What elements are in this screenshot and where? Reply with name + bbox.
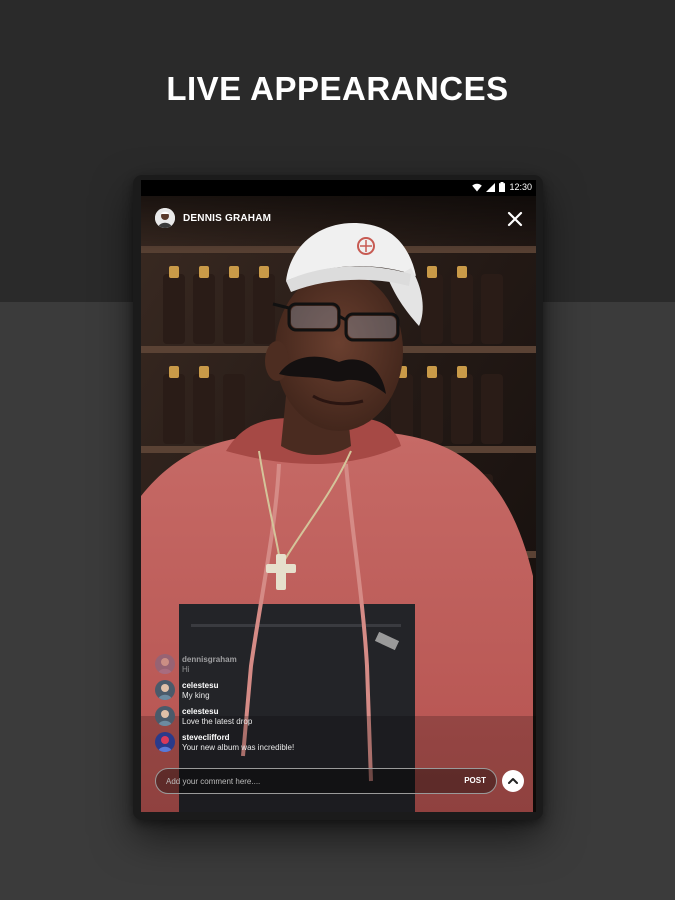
chat-username: steveclifford xyxy=(182,733,230,742)
chevron-up-icon xyxy=(508,778,518,784)
close-icon xyxy=(507,211,523,227)
status-time: 12:30 xyxy=(509,182,532,192)
host-name[interactable]: DENNIS GRAHAM xyxy=(183,213,271,224)
comment-bar: POST xyxy=(155,768,497,794)
chat-message: celestesu Love the latest drop xyxy=(153,704,453,730)
host-avatar[interactable] xyxy=(155,208,175,228)
chat-username: dennisgraham xyxy=(182,655,237,664)
chat-username: celestesu xyxy=(182,681,219,690)
post-button[interactable]: POST xyxy=(464,776,486,785)
wifi-icon xyxy=(472,183,483,191)
live-header: DENNIS GRAHAM xyxy=(155,208,271,228)
chat-feed: dennisgraham Hi celestesu My king celest… xyxy=(153,652,453,756)
device-screen: 12:30 DENNIS GRAHAM dennisgraham Hi cele… xyxy=(141,180,536,812)
avatar xyxy=(155,732,175,752)
chat-message: celestesu My king xyxy=(153,678,453,704)
chat-text: My king xyxy=(182,691,210,700)
signal-icon xyxy=(486,182,496,192)
chat-message: dennisgraham Hi xyxy=(153,652,453,678)
page-title: LIVE APPEARANCES xyxy=(166,70,509,107)
avatar xyxy=(155,654,175,674)
avatar xyxy=(155,680,175,700)
close-button[interactable] xyxy=(506,210,524,228)
chat-username: celestesu xyxy=(182,707,219,716)
chat-message: steveclifford Your new album was incredi… xyxy=(153,730,453,756)
comment-input[interactable] xyxy=(166,769,446,793)
battery-icon xyxy=(499,182,506,192)
send-button[interactable] xyxy=(502,770,524,792)
chat-text: Your new album was incredible! xyxy=(182,743,295,752)
chat-text: Love the latest drop xyxy=(182,717,253,726)
chat-text: Hi xyxy=(182,665,190,674)
status-bar: 12:30 xyxy=(141,180,536,196)
avatar xyxy=(155,706,175,726)
